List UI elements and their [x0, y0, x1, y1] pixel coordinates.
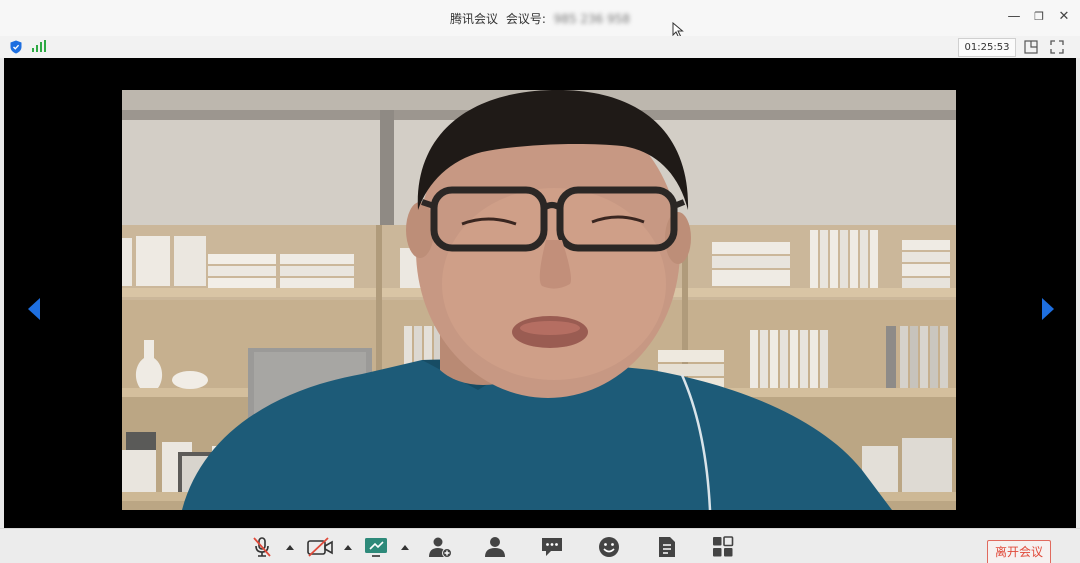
participant-video[interactable]	[122, 90, 956, 510]
screen-share-icon[interactable]	[364, 536, 388, 558]
window-title: 腾讯会议 会议号: 985 236 958	[0, 10, 1080, 27]
previous-page-arrow-icon[interactable]	[28, 298, 40, 320]
mic-options-caret-icon[interactable]	[286, 545, 294, 550]
layout-view-icon[interactable]	[1024, 40, 1038, 54]
people-icon[interactable]	[483, 536, 507, 558]
restore-button[interactable]: ❐	[1031, 9, 1047, 25]
meeting-id-label: 会议号:	[505, 12, 546, 26]
video-options-caret-icon[interactable]	[344, 545, 352, 550]
leave-meeting-button[interactable]: 离开会议	[987, 540, 1051, 563]
meeting-id-value: 985 236 958	[553, 12, 631, 26]
minimize-button[interactable]: —	[1006, 9, 1022, 25]
document-icon[interactable]	[655, 536, 679, 558]
mic-off-icon[interactable]	[250, 536, 274, 558]
grid-icon[interactable]	[711, 536, 735, 558]
chat-icon[interactable]	[540, 536, 564, 558]
security-shield-icon[interactable]	[10, 40, 22, 54]
participant-video-frame	[122, 90, 956, 510]
close-button[interactable]: ✕	[1056, 9, 1072, 25]
smile-icon[interactable]	[597, 536, 621, 558]
add-person-icon[interactable]	[428, 536, 452, 558]
next-page-arrow-icon[interactable]	[1042, 298, 1054, 320]
info-bar	[0, 36, 1080, 58]
meeting-timer: 01:25:53	[958, 38, 1016, 57]
network-signal-icon[interactable]	[32, 40, 46, 52]
app-title: 腾讯会议	[449, 12, 498, 26]
share-options-caret-icon[interactable]	[401, 545, 409, 550]
fullscreen-icon[interactable]	[1050, 40, 1064, 54]
video-off-icon[interactable]	[306, 536, 334, 558]
